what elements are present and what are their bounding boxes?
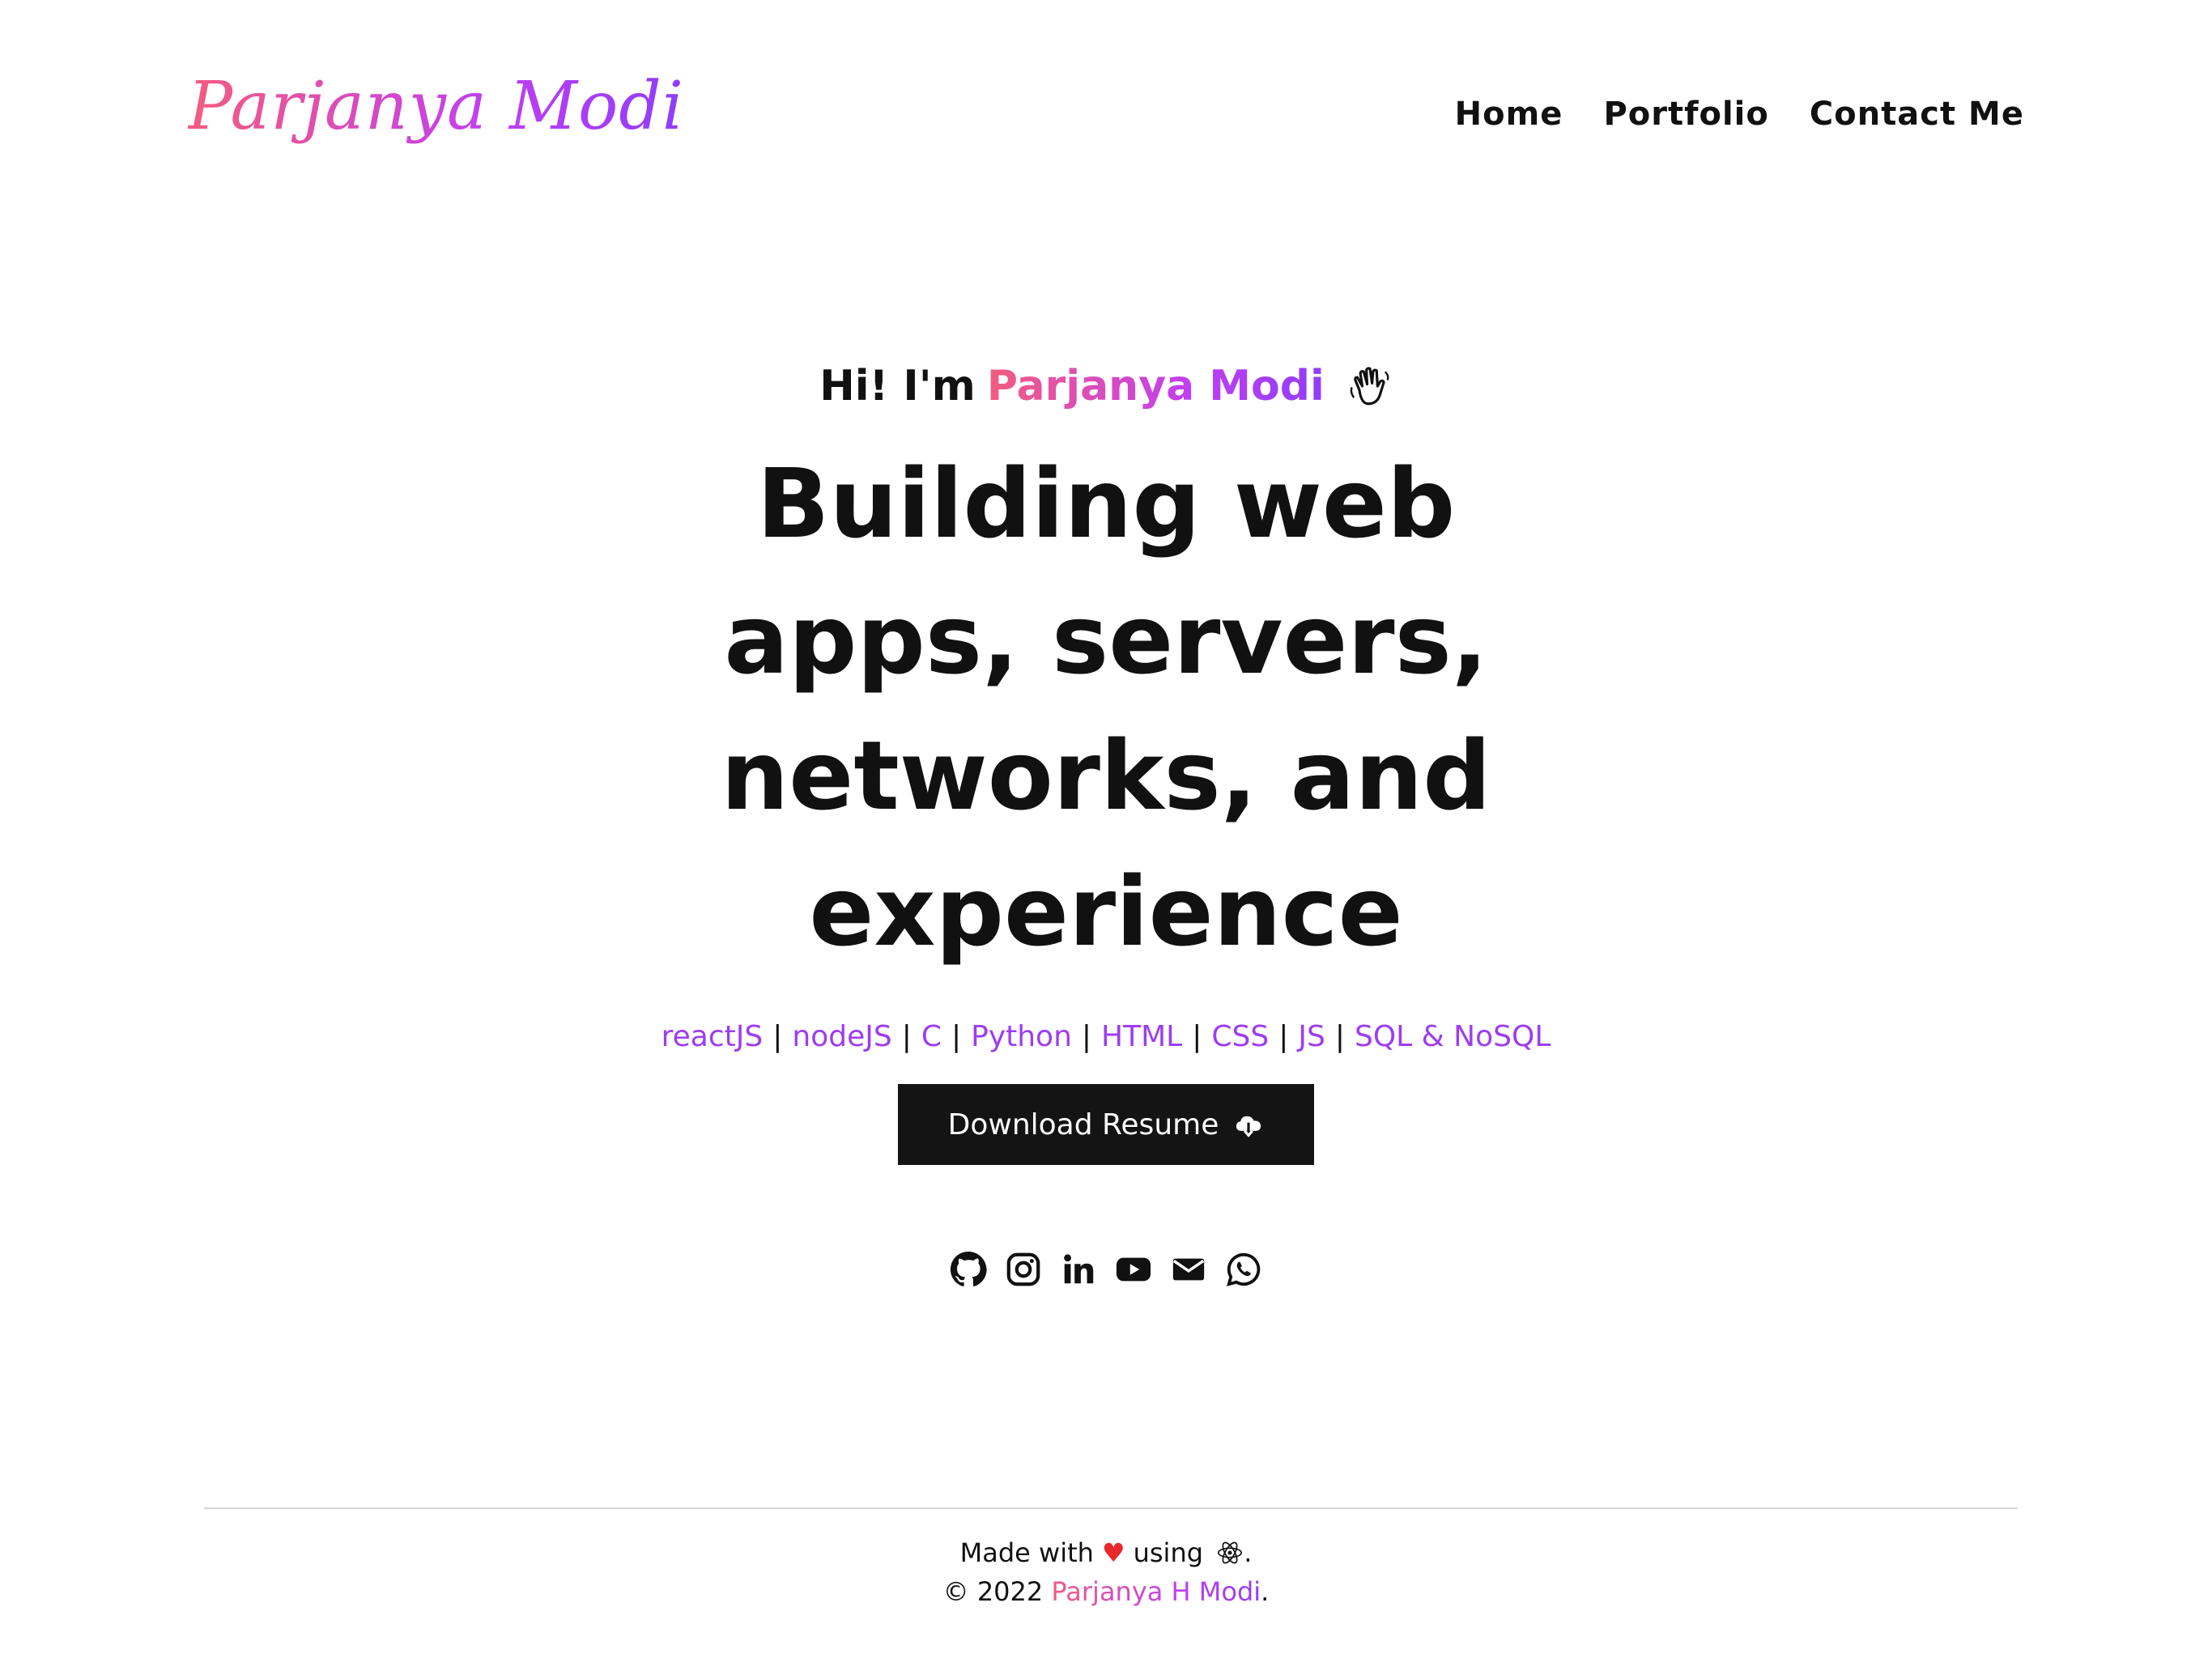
skill-separator: | (901, 1020, 912, 1053)
skill-css[interactable]: CSS (1211, 1020, 1269, 1053)
social-links (950, 1251, 1262, 1288)
react-atom-icon (1218, 1541, 1243, 1564)
copyright-prefix: © 2022 (942, 1576, 1044, 1607)
download-resume-button[interactable]: Download Resume (897, 1084, 1315, 1165)
linkedin-icon[interactable] (1060, 1251, 1097, 1288)
skill-sql-nosql[interactable]: SQL & NoSQL (1355, 1020, 1551, 1053)
skill-separator: | (1278, 1020, 1289, 1053)
skill-separator: | (1081, 1020, 1092, 1053)
youtube-icon[interactable] (1115, 1251, 1152, 1288)
greeting-prefix: Hi! I'm (819, 362, 976, 410)
using-text: using (1133, 1537, 1204, 1568)
instagram-icon[interactable] (1005, 1251, 1042, 1288)
download-resume-label: Download Resume (947, 1107, 1219, 1141)
skill-separator: | (1334, 1020, 1345, 1053)
footer: Made with ♥ using . © 2022 Parjanya H Modi… (0, 1533, 2212, 1611)
site-logo[interactable]: Parjanya Modi (188, 68, 684, 145)
skill-html[interactable]: HTML (1101, 1020, 1182, 1053)
main-nav: Home Portfolio Contact Me (1455, 96, 2024, 133)
skill-reactjs[interactable]: reactJS (661, 1020, 764, 1053)
copyright-suffix: . (1261, 1576, 1270, 1607)
waving-hand-icon (1350, 367, 1389, 406)
mail-icon[interactable] (1170, 1251, 1207, 1288)
greeting-name: Parjanya Modi (986, 362, 1325, 410)
resume-row: Download Resume (0, 1053, 2212, 1165)
skill-separator: | (1192, 1020, 1202, 1053)
skill-c[interactable]: C (921, 1020, 942, 1053)
skill-python[interactable]: Python (971, 1020, 1072, 1053)
copyright-name[interactable]: Parjanya H Modi (1051, 1576, 1261, 1607)
footer-divider (204, 1507, 2018, 1509)
greeting: Hi! I'm Parjanya Modi (819, 356, 1393, 416)
skills-list: reactJS | nodeJS | C | Python | HTML | CSS | JS | SQL … (0, 1020, 2212, 1053)
footer-made-with: Made with ♥ using . (0, 1533, 2212, 1572)
nav-contact[interactable]: Contact Me (1810, 96, 2024, 133)
github-icon[interactable] (950, 1251, 987, 1288)
footer-copyright: © 2022 Parjanya H Modi. (0, 1572, 2212, 1611)
page: Parjanya Modi Home Portfolio Contact Me … (0, 0, 2212, 1658)
hero-section: Hi! I'm Parjanya Modi Building web apps,… (0, 356, 2212, 1291)
skill-nodejs[interactable]: nodeJS (792, 1020, 891, 1053)
made-with-period: . (1244, 1537, 1253, 1568)
skill-js[interactable]: JS (1298, 1020, 1325, 1053)
made-with-text: Made with (959, 1537, 1094, 1568)
nav-portfolio[interactable]: Portfolio (1603, 96, 1768, 133)
heart-icon: ♥ (1101, 1537, 1125, 1568)
hero-headline: Building web apps, servers, networks, an… (721, 448, 1491, 967)
whatsapp-icon[interactable] (1225, 1251, 1262, 1288)
nav-home[interactable]: Home (1455, 96, 1563, 133)
skill-separator: | (772, 1020, 783, 1053)
cloud-download-icon (1236, 1116, 1261, 1137)
skill-separator: | (951, 1020, 962, 1053)
